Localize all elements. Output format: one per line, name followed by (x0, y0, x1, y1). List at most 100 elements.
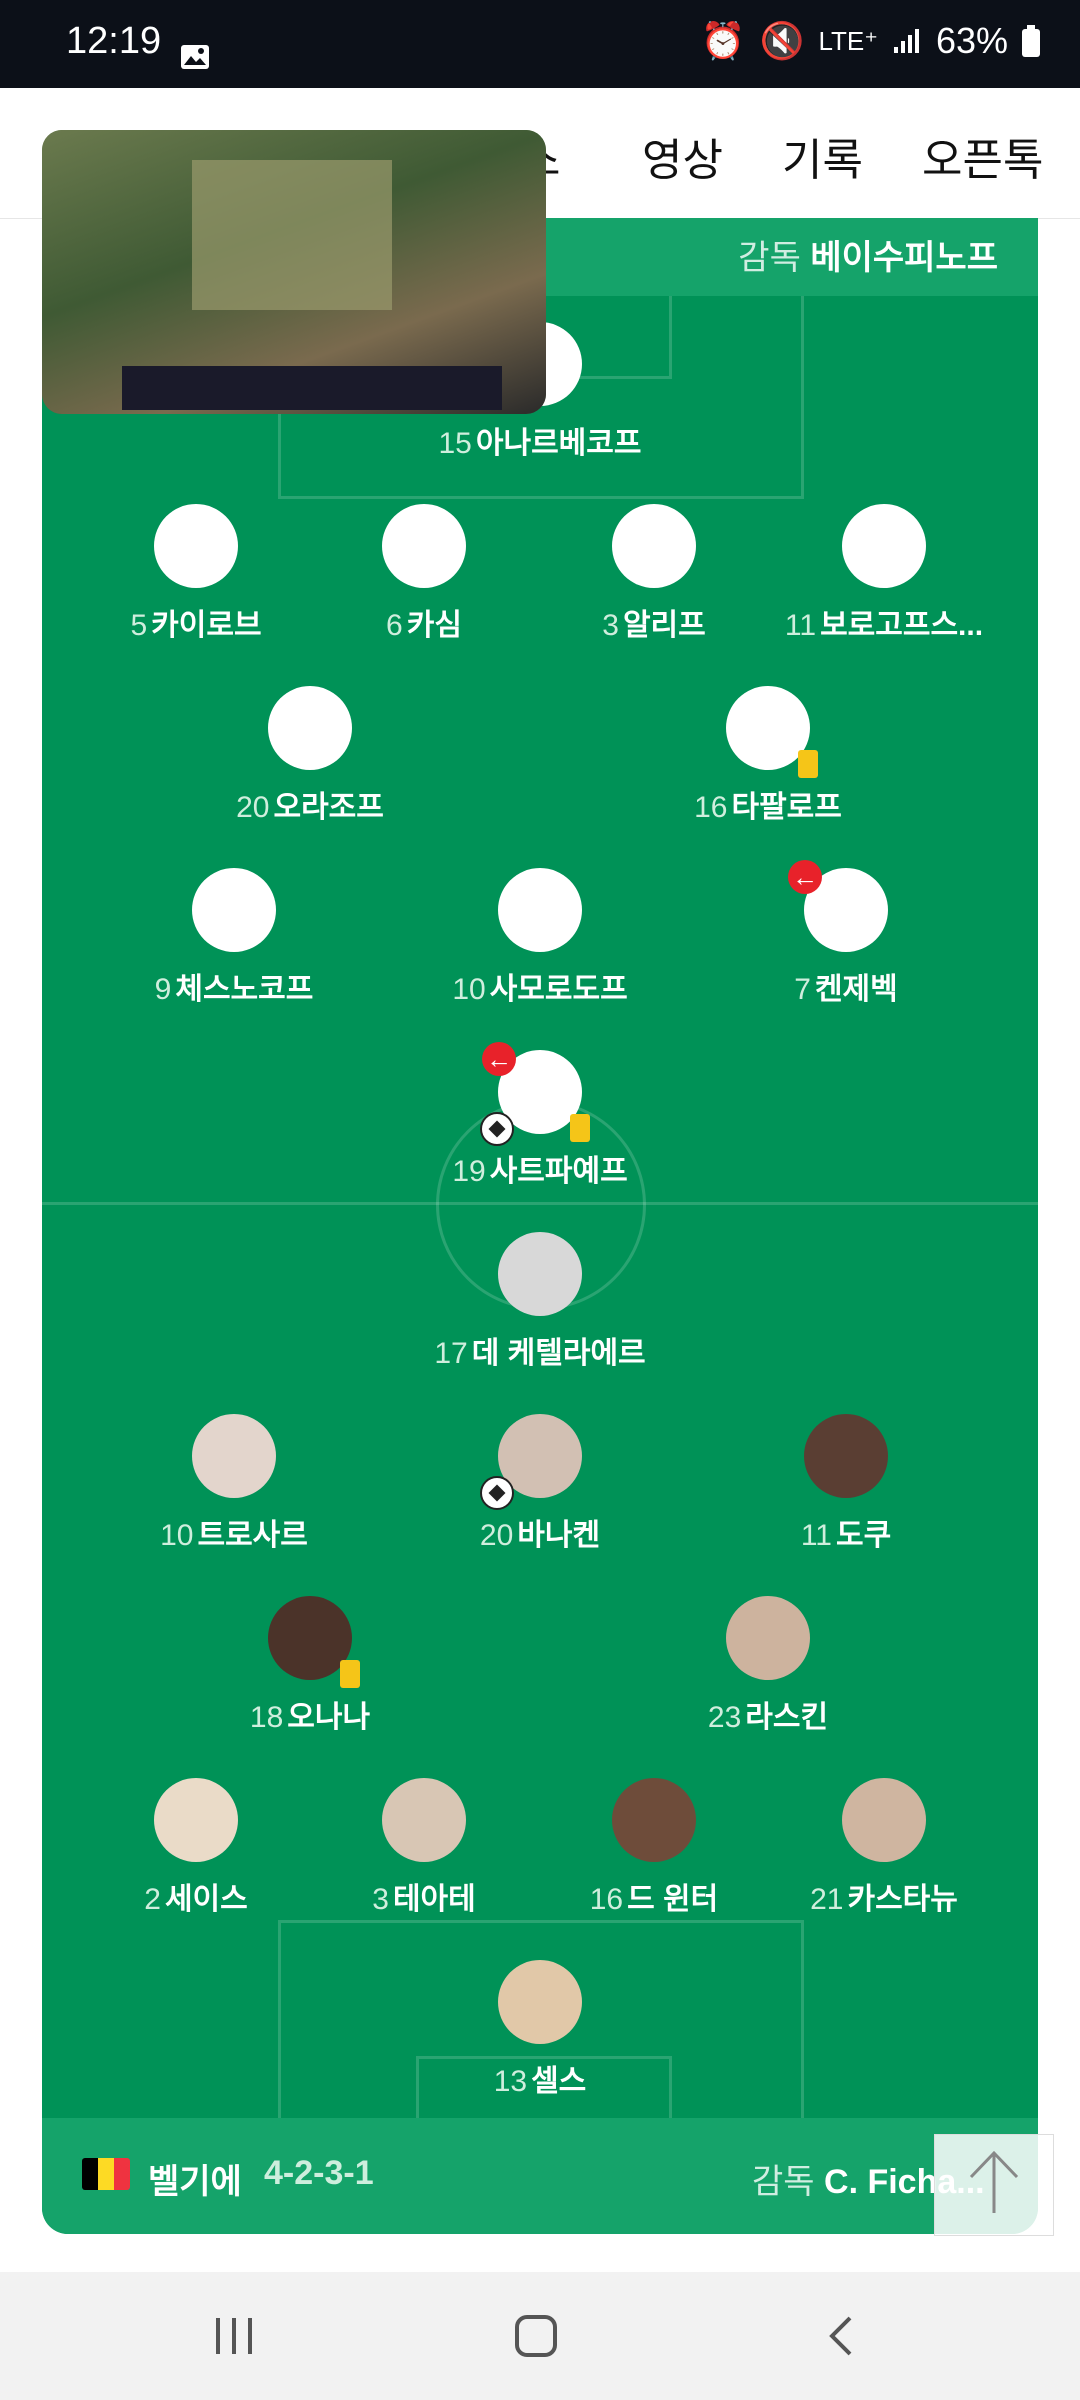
arrow-left-icon: ← (482, 1042, 516, 1076)
signal-icon (893, 29, 919, 53)
player-bottom-5[interactable]: 18 오나나 (180, 1596, 440, 1736)
game-hud (122, 366, 502, 410)
player-avatar (842, 504, 926, 588)
player-avatar (192, 868, 276, 952)
player-avatar: ← (788, 860, 888, 952)
player-number: 13 (493, 2065, 528, 2098)
coach-name: 베이수피노프 (810, 239, 998, 277)
home-icon[interactable] (514, 2314, 558, 2358)
player-top-8[interactable]: 9 체스노코프 (104, 868, 364, 1008)
player-name: 켄제벡 (814, 973, 898, 1006)
player-label: 17 데 케텔라에르 (410, 1328, 670, 1372)
yellow-card-icon (340, 1660, 360, 1688)
recent-apps-icon[interactable] (212, 2316, 256, 2356)
lineup-pitch: 감독 베이수피노프 15 아나르베코프 5 카이로브 6 카심 3 알리프 11 보로고프… (42, 218, 1038, 2234)
player-photo (192, 1414, 276, 1498)
player-number: 7 (794, 973, 811, 1006)
player-number: 20 (236, 791, 270, 824)
arrow-left-icon: ← (788, 860, 822, 894)
player-top-4[interactable]: 3 알리프 (524, 504, 784, 644)
player-number: 6 (386, 609, 403, 642)
player-number: 17 (434, 1337, 468, 1370)
player-number: 15 (438, 427, 472, 460)
gallery-icon (181, 45, 209, 69)
battery-icon (1022, 25, 1040, 57)
player-label: 7 켄제벡 (716, 964, 976, 1008)
player-name: 타팔로프 (731, 791, 842, 824)
player-photo (154, 1778, 238, 1862)
player-name: 테아테 (392, 1883, 476, 1916)
player-label: 15 아나르베코프 (410, 418, 670, 462)
player-bottom-1[interactable]: 17 데 케텔라에르 (410, 1232, 670, 1372)
player-number: 3 (372, 1883, 389, 1916)
scroll-to-top-button[interactable] (934, 2134, 1054, 2236)
player-photo (612, 1778, 696, 1862)
player-top-6[interactable]: 20 오라조프 (180, 686, 440, 826)
player-number: 21 (810, 1883, 844, 1916)
team-formation: 4-2-3-1 (264, 2154, 374, 2192)
player-bottom-4[interactable]: 11 도쿠 (716, 1414, 976, 1554)
player-bottom-8[interactable]: 3 테아테 (294, 1778, 554, 1918)
player-photo (268, 1596, 360, 1688)
player-name: 체스노코프 (175, 973, 314, 1006)
player-name: 드 윈터 (627, 1883, 719, 1916)
player-name: 아나르베코프 (475, 427, 642, 460)
player-avatar: ← (480, 1042, 590, 1146)
player-bottom-3[interactable]: 20 바나켄 (410, 1414, 670, 1554)
tab-open-talk[interactable]: 오픈톡 (922, 124, 1043, 188)
player-top-7[interactable]: 16 타팔로프 (638, 686, 898, 826)
player-name: 세이스 (164, 1883, 248, 1916)
player-label: 23 라스킨 (638, 1692, 898, 1736)
player-top-3[interactable]: 6 카심 (294, 504, 554, 644)
player-name: 오나나 (287, 1701, 371, 1734)
player-top-11[interactable]: ← 19 사트파예프 (410, 1042, 670, 1190)
player-label: 5 카이로브 (66, 600, 326, 644)
back-icon[interactable] (820, 2314, 864, 2358)
player-label: 10 트로사르 (104, 1510, 364, 1554)
player-name: 셀스 (531, 2065, 587, 2098)
player-avatar (154, 504, 238, 588)
player-bottom-9[interactable]: 16 드 윈터 (524, 1778, 784, 1918)
player-name: 데 케텔라에르 (471, 1337, 646, 1370)
player-number: 18 (249, 1701, 284, 1734)
top-team-coach: 감독 베이수피노프 (738, 230, 998, 279)
status-time: 12:19 (66, 20, 162, 62)
player-bottom-7[interactable]: 2 세이스 (66, 1778, 326, 1918)
player-photo (726, 1596, 810, 1680)
player-number: 11 (784, 609, 817, 642)
player-avatar (726, 686, 818, 778)
tab-video[interactable]: 영상 (642, 124, 723, 188)
player-photo (842, 1778, 926, 1862)
player-label: 3 테아테 (294, 1874, 554, 1918)
player-bottom-11[interactable]: 13 셀스 (410, 1960, 670, 2100)
player-bottom-2[interactable]: 10 트로사르 (104, 1414, 364, 1554)
player-number: 3 (602, 609, 619, 642)
player-number: 2 (144, 1883, 161, 1916)
player-number: 9 (154, 973, 172, 1006)
player-bottom-10[interactable]: 21 카스타뉴 (754, 1778, 1014, 1918)
player-number: 5 (130, 609, 148, 642)
player-name: 라스킨 (745, 1701, 829, 1734)
player-bottom-6[interactable]: 23 라스킨 (638, 1596, 898, 1736)
player-photo (498, 1232, 582, 1316)
player-top-9[interactable]: 10 사모로도프 (410, 868, 670, 1008)
player-name: 사모로도프 (489, 973, 628, 1006)
player-number: 10 (160, 1519, 194, 1552)
status-right: ⏰ 🔇 LTE⁺ 63% (701, 20, 1040, 62)
player-label: 6 카심 (294, 600, 554, 644)
player-top-10[interactable]: ← 7 켄제벡 (716, 860, 976, 1008)
alarm-icon: ⏰ (700, 20, 746, 61)
player-label: 19 사트파예프 (410, 1146, 670, 1190)
player-top-2[interactable]: 5 카이로브 (66, 504, 326, 644)
pip-video-overlay[interactable] (42, 130, 546, 414)
player-label: 20 오라조프 (180, 782, 440, 826)
player-photo (804, 1414, 888, 1498)
player-top-5[interactable]: 11 보로고프스... (754, 504, 1014, 644)
player-number: 16 (694, 791, 728, 824)
player-number: 23 (707, 1701, 742, 1734)
system-nav-bar (0, 2272, 1080, 2400)
player-number: 20 (479, 1519, 514, 1552)
game-board (192, 160, 392, 310)
tab-records[interactable]: 기록 (782, 124, 863, 188)
player-label: 16 타팔로프 (638, 782, 898, 826)
